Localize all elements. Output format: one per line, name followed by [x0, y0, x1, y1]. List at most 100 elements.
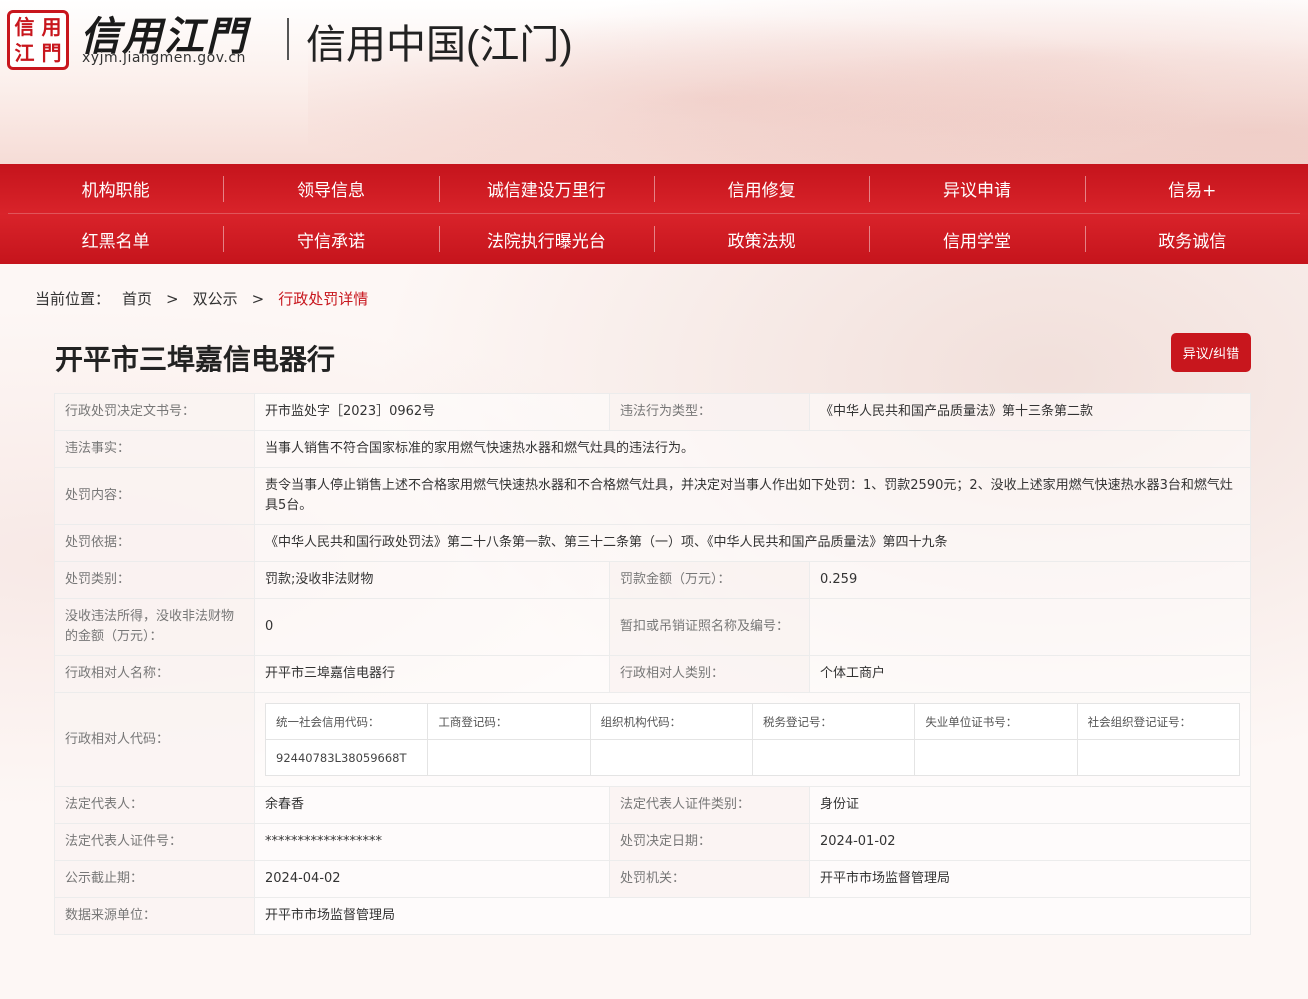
breadcrumb-separator: >	[166, 289, 179, 308]
code-header-credit: 统一社会信用代码：	[264, 703, 429, 740]
license-value	[809, 598, 1251, 656]
party-name-value: 开平市三埠嘉信电器行	[254, 655, 610, 693]
legal-rep-id-type-value: 身份证	[809, 786, 1251, 824]
confiscated-label: 没收违法所得，没收非法财物的金额（万元）：	[54, 598, 255, 656]
authority-label: 处罚机关：	[609, 860, 810, 898]
seal-char: 用	[41, 15, 62, 39]
content-value: 责令当事人停止销售上述不合格家用燃气快速热水器和不合格燃气灶具，并决定对当事人作…	[254, 467, 1251, 525]
breadcrumb-home[interactable]: 首页	[122, 288, 152, 309]
amount-value: 0.259	[809, 561, 1251, 599]
nav-item-xinyi[interactable]: 信易+	[1084, 164, 1300, 213]
nav-item-objection[interactable]: 异议申请	[869, 164, 1084, 213]
code-value-organization	[589, 739, 753, 776]
decision-date-value: 2024-01-02	[809, 823, 1251, 861]
content-label: 处罚内容：	[54, 467, 255, 525]
code-header-business: 工商登记码：	[427, 703, 591, 740]
logo-seal[interactable]: 信 用 江 門	[7, 10, 69, 70]
objection-button[interactable]: 异议/纠错	[1171, 333, 1251, 372]
code-value-tax	[751, 739, 916, 776]
party-type-value: 个体工商户	[809, 655, 1251, 693]
nav-item-court-exposure[interactable]: 法院执行曝光台	[438, 214, 654, 264]
codes-value-row: 92440783L38059668T	[264, 739, 1241, 776]
facts-value: 当事人销售不符合国家标准的家用燃气快速热水器和燃气灶具的违法行为。	[254, 430, 1251, 468]
penalty-detail-table: 行政处罚决定文书号： 开市监处字［2023］0962号 违法行为类型： 《中华人…	[54, 393, 1251, 935]
code-header-social-org: 社会组织登记证号：	[1076, 703, 1241, 740]
codes-header-row: 统一社会信用代码： 工商登记码： 组织机构代码： 税务登记号： 失业单位证书号：…	[264, 703, 1241, 740]
nav-item-credit-repair[interactable]: 信用修复	[653, 164, 869, 213]
table-row: 行政处罚决定文书号： 开市监处字［2023］0962号 违法行为类型： 《中华人…	[54, 393, 1251, 431]
page-title: 开平市三埠嘉信电器行	[55, 343, 336, 376]
source-label: 数据来源单位：	[54, 897, 255, 935]
code-header-organization: 组织机构代码：	[589, 703, 753, 740]
facts-label: 违法事实：	[54, 430, 255, 468]
license-label: 暂扣或吊销证照名称及编号：	[609, 598, 810, 656]
violation-type-value: 《中华人民共和国产品质量法》第十三条第二款	[809, 393, 1251, 431]
doc-no-value: 开市监处字［2023］0962号	[254, 393, 610, 431]
party-codes-table: 统一社会信用代码： 工商登记码： 组织机构代码： 税务登记号： 失业单位证书号：…	[264, 703, 1241, 776]
code-value-business	[427, 739, 591, 776]
nav-item-leaders[interactable]: 领导信息	[223, 164, 438, 213]
violation-type-label: 违法行为类型：	[609, 393, 810, 431]
table-row: 法定代表人： 余春香 法定代表人证件类别： 身份证	[54, 786, 1251, 824]
category-label: 处罚类别：	[54, 561, 255, 599]
main-content: 当前位置： 首页 > 双公示 > 行政处罚详情 开平市三埠嘉信电器行 异议/纠错…	[0, 264, 1308, 999]
legal-rep-id-type-label: 法定代表人证件类别：	[609, 786, 810, 824]
category-value: 罚款;没收非法财物	[254, 561, 610, 599]
main-nav: 机构职能 领导信息 诚信建设万里行 信用修复 异议申请 信易+ 红黑名单 守信承…	[0, 164, 1308, 264]
logo-url: xyjm.jiangmen.gov.cn	[82, 50, 246, 66]
breadcrumb-current: 行政处罚详情	[278, 290, 369, 308]
logo-separator	[287, 18, 289, 60]
legal-rep-id-label: 法定代表人证件号：	[54, 823, 255, 861]
breadcrumb-section[interactable]: 双公示	[193, 288, 238, 309]
code-value-credit: 92440783L38059668T	[264, 739, 429, 776]
nav-item-institution[interactable]: 机构职能	[8, 164, 223, 213]
nav-item-promise[interactable]: 守信承诺	[223, 214, 438, 264]
party-name-label: 行政相对人名称：	[54, 655, 255, 693]
code-value-unemployment	[914, 739, 1078, 776]
legal-rep-id-value: ******************	[254, 823, 610, 861]
legal-rep-label: 法定代表人：	[54, 786, 255, 824]
table-row: 行政相对人名称： 开平市三埠嘉信电器行 行政相对人类别： 个体工商户	[54, 655, 1251, 693]
source-value: 开平市市场监督管理局	[254, 897, 1251, 935]
basis-label: 处罚依据：	[54, 524, 255, 562]
decision-date-label: 处罚决定日期：	[609, 823, 810, 861]
code-header-tax: 税务登记号：	[751, 703, 916, 740]
nav-item-credit-school[interactable]: 信用学堂	[869, 214, 1084, 264]
table-row: 数据来源单位： 开平市市场监督管理局	[54, 897, 1251, 935]
expiry-label: 公示截止期：	[54, 860, 255, 898]
code-value-social-org	[1076, 739, 1241, 776]
table-row: 法定代表人证件号： ****************** 处罚决定日期： 202…	[54, 823, 1251, 861]
seal-char: 門	[41, 41, 62, 65]
nav-row-1: 机构职能 领导信息 诚信建设万里行 信用修复 异议申请 信易+	[8, 164, 1300, 214]
confiscated-value: 0	[254, 598, 610, 656]
doc-no-label: 行政处罚决定文书号：	[54, 393, 255, 431]
legal-rep-value: 余春香	[254, 786, 610, 824]
breadcrumb: 当前位置： 首页 > 双公示 > 行政处罚详情	[35, 288, 368, 309]
breadcrumb-label: 当前位置：	[35, 290, 111, 308]
code-header-unemployment: 失业单位证书号：	[914, 703, 1078, 740]
seal-char: 江	[14, 41, 35, 65]
party-type-label: 行政相对人类别：	[609, 655, 810, 693]
nav-item-government-integrity[interactable]: 政务诚信	[1084, 214, 1300, 264]
authority-value: 开平市市场监督管理局	[809, 860, 1251, 898]
nav-item-red-black-list[interactable]: 红黑名单	[8, 214, 223, 264]
expiry-value: 2024-04-02	[254, 860, 610, 898]
table-row: 行政相对人代码： 统一社会信用代码： 工商登记码： 组织机构代码： 税务登记号：…	[54, 692, 1251, 787]
table-row: 违法事实： 当事人销售不符合国家标准的家用燃气快速热水器和燃气灶具的违法行为。	[54, 430, 1251, 468]
site-header: 信 用 江 門 信用江門 xyjm.jiangmen.gov.cn 信用中国(江…	[0, 0, 1308, 164]
nav-item-integrity-journey[interactable]: 诚信建设万里行	[438, 164, 654, 213]
basis-value: 《中华人民共和国行政处罚法》第二十八条第一款、第三十二条第（一）项、《中华人民共…	[254, 524, 1251, 562]
party-code-cell: 统一社会信用代码： 工商登记码： 组织机构代码： 税务登记号： 失业单位证书号：…	[254, 692, 1251, 787]
nav-row-2: 红黑名单 守信承诺 法院执行曝光台 政策法规 信用学堂 政务诚信	[8, 214, 1300, 264]
seal-char: 信	[14, 15, 35, 39]
nav-item-policy[interactable]: 政策法规	[653, 214, 869, 264]
table-row: 没收违法所得，没收非法财物的金额（万元）： 0 暂扣或吊销证照名称及编号：	[54, 598, 1251, 656]
site-name: 信用中国(江门)	[306, 23, 573, 67]
amount-label: 罚款金额（万元）：	[609, 561, 810, 599]
party-code-label: 行政相对人代码：	[54, 692, 255, 787]
table-row: 处罚类别： 罚款;没收非法财物 罚款金额（万元）： 0.259	[54, 561, 1251, 599]
table-row: 公示截止期： 2024-04-02 处罚机关： 开平市市场监督管理局	[54, 860, 1251, 898]
table-row: 处罚依据： 《中华人民共和国行政处罚法》第二十八条第一款、第三十二条第（一）项、…	[54, 524, 1251, 562]
table-row: 处罚内容： 责令当事人停止销售上述不合格家用燃气快速热水器和不合格燃气灶具，并决…	[54, 467, 1251, 525]
breadcrumb-separator: >	[251, 289, 265, 308]
